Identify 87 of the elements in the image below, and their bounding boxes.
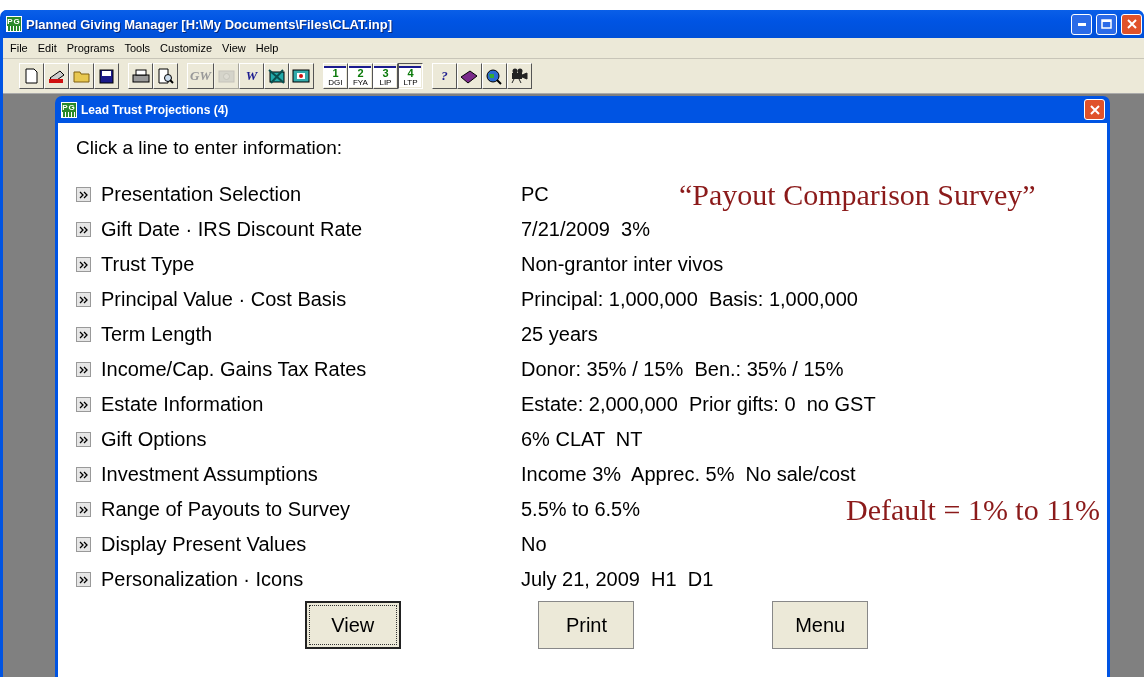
magnifier-page-icon (157, 68, 174, 84)
menu-item[interactable]: Help (250, 42, 284, 54)
chevron-icon (76, 292, 91, 307)
toolbar-button[interactable] (288, 63, 314, 89)
blank-page-icon (25, 68, 38, 84)
option-label[interactable]: Trust Type (101, 253, 521, 276)
option-value: Non-grantor inter vivos (521, 253, 724, 276)
maximize-icon (1101, 19, 1112, 29)
chevron-icon (76, 432, 91, 447)
option-label[interactable]: Presentation Selection (101, 183, 521, 206)
toolbar-button[interactable] (153, 63, 178, 89)
minimize-button[interactable] (1071, 13, 1092, 35)
option-value: No (521, 533, 548, 556)
chevron-icon (76, 222, 91, 237)
close-button[interactable] (1121, 13, 1142, 35)
program-button[interactable]: 3 LIP (372, 63, 398, 89)
folder-icon (72, 69, 91, 83)
monitor-icon (292, 69, 311, 83)
menu-item[interactable]: Programs (61, 42, 120, 54)
option-label[interactable]: Investment Assumptions (101, 463, 521, 486)
option-value: Income 3% Apprec. 5% No sale/cost (521, 463, 856, 486)
chevron-icon (76, 502, 91, 517)
program-button[interactable]: 1 DGI (322, 63, 348, 89)
chevron-icon (76, 327, 91, 342)
spreadsheet-x-icon (267, 68, 285, 84)
globe-magnifier-icon (485, 67, 504, 85)
app-logo-icon: PG (61, 101, 77, 118)
option-value: 25 years (521, 323, 599, 346)
dialog-title: Lead Trust Projections (4) (81, 102, 230, 117)
option-label[interactable]: Range of Payouts to Survey (101, 498, 521, 521)
menu-item[interactable]: View (217, 42, 251, 54)
maximize-button[interactable] (1096, 13, 1117, 35)
chevron-icon (76, 362, 91, 377)
toolbar-button[interactable] (44, 63, 69, 89)
option-label[interactable]: Estate Information (101, 393, 521, 416)
chevron-icon (76, 257, 91, 272)
option-label[interactable]: Personalization · Icons (101, 568, 521, 591)
close-button[interactable] (1084, 99, 1105, 120)
option-value: Estate: 2,000,000 Prior gifts: 0 no GST (521, 393, 876, 416)
window-title: Planned Giving Manager [H:\My Documents\Files\CLAT.inp] (26, 16, 393, 32)
toolbar-button[interactable] (481, 63, 507, 89)
option-label[interactable]: Gift Date · IRS Discount Rate (101, 218, 521, 241)
chevron-icon (76, 467, 91, 482)
minimize-icon (1077, 22, 1086, 26)
chevron-icon (76, 397, 91, 412)
toolbar-button[interactable] (94, 63, 119, 89)
option-label[interactable]: Term Length (101, 323, 521, 346)
option-label[interactable]: Display Present Values (101, 533, 521, 556)
option-label[interactable]: Principal Value · Cost Basis (101, 288, 521, 311)
toolbar-button[interactable] (263, 63, 289, 89)
option-value: Donor: 35% / 15% Ben.: 35% / 15% (521, 358, 844, 381)
option-value: 6% CLAT NT (521, 428, 644, 451)
printer-icon (131, 68, 150, 84)
instruction-text: Click a line to enter information: (76, 137, 344, 159)
option-value: 7/21/2009 3% (521, 218, 651, 241)
option-value: July 21, 2009 H1 D1 (521, 568, 714, 591)
annotation-text: “Payout Comparison Survey” (679, 177, 1036, 212)
stamp-icon (48, 68, 65, 84)
chevron-icon (76, 187, 91, 202)
menu-item[interactable]: Tools (119, 42, 156, 54)
chevron-icon (76, 537, 91, 552)
toolbar-button[interactable] (128, 63, 153, 89)
menu-item[interactable]: Edit (32, 42, 62, 54)
program-button[interactable]: 2 FYA (347, 63, 373, 89)
menu-item[interactable]: Customize (155, 42, 218, 54)
toolbar-button[interactable] (506, 63, 532, 89)
option-label[interactable]: Income/Cap. Gains Tax Rates (101, 358, 521, 381)
toolbar-button[interactable]: ? (431, 63, 457, 89)
movie-camera-icon (510, 68, 529, 84)
option-value: 5.5% to 6.5% (521, 498, 641, 521)
annotation-text: Default = 1% to 11% (846, 492, 1101, 527)
toolbar-button[interactable] (69, 63, 94, 89)
dialog-button[interactable]: Menu (772, 601, 869, 649)
option-label[interactable]: Gift Options (101, 428, 521, 451)
dialog-button[interactable]: View (304, 601, 401, 649)
chevron-icon (76, 572, 91, 587)
close-icon (1125, 18, 1138, 30)
toolbar-button[interactable]: W (238, 63, 264, 89)
close-icon (1088, 103, 1101, 116)
option-value: Principal: 1,000,000 Basis: 1,000,000 (521, 288, 858, 311)
toolbar-button[interactable] (19, 63, 44, 89)
toolbar-button[interactable] (456, 63, 482, 89)
menu-item[interactable]: File (5, 42, 33, 54)
option-value: PC (521, 183, 550, 206)
dialog-button[interactable]: Print (538, 601, 635, 649)
program-button[interactable]: 4 LTP (397, 63, 423, 89)
app-logo-icon: PG (6, 16, 22, 32)
